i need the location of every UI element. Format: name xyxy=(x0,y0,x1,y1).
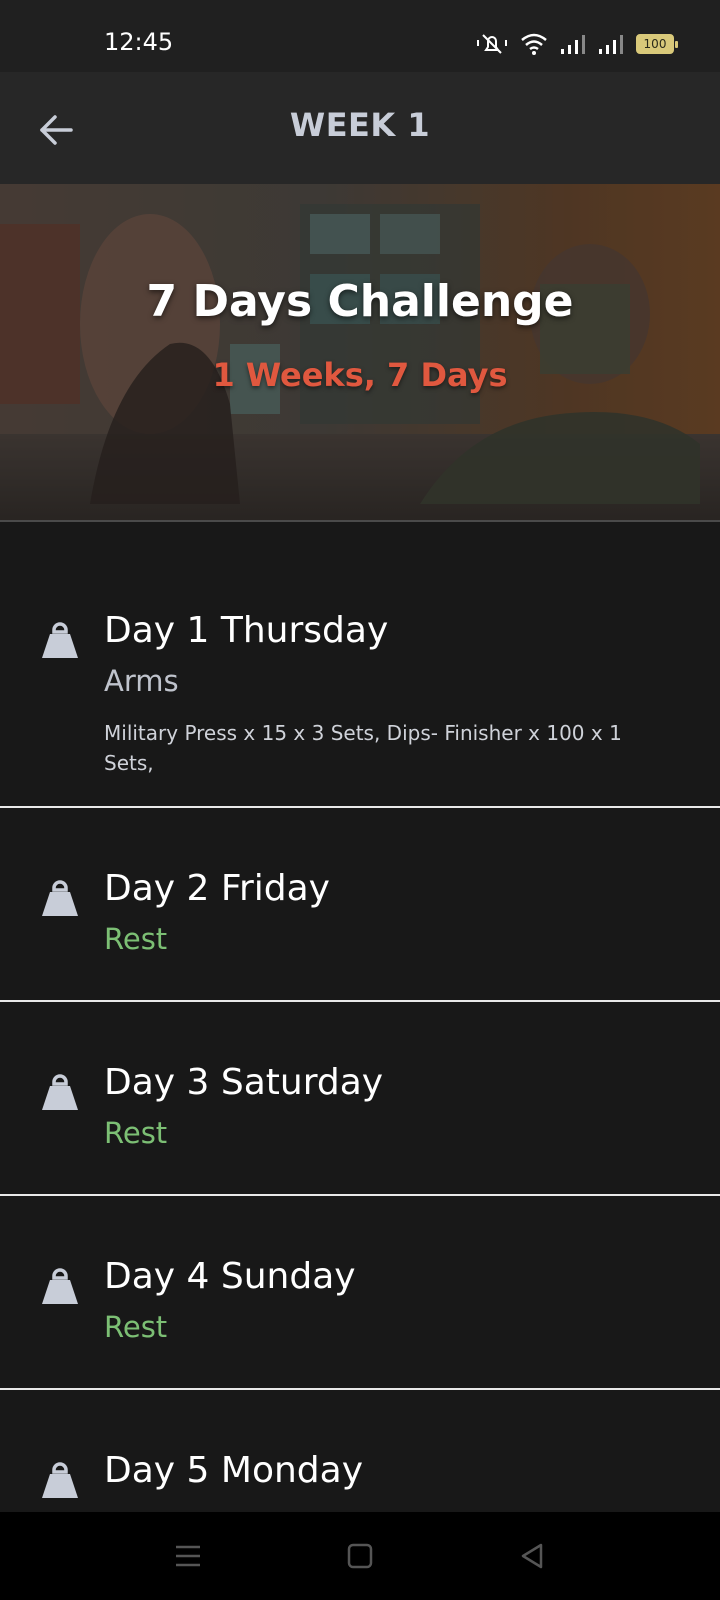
menu-icon xyxy=(176,1545,200,1567)
kettlebell-icon xyxy=(42,1462,78,1498)
wifi-icon xyxy=(521,33,547,55)
list-item-day-2[interactable]: Day 2 Friday Rest xyxy=(0,808,720,1002)
list-item-day-1[interactable]: Day 1 Thursday Arms Military Press x 15 … xyxy=(0,522,720,808)
status-time: 12:45 xyxy=(104,28,174,56)
kettlebell-icon xyxy=(42,1268,78,1304)
rest-label: Rest xyxy=(104,922,168,956)
mute-bell-icon xyxy=(477,34,507,54)
day-list: Day 1 Thursday Arms Military Press x 15 … xyxy=(0,522,720,1590)
rest-label: Rest xyxy=(104,1310,168,1344)
rest-label: Rest xyxy=(104,1116,168,1150)
home-square-icon xyxy=(347,1543,373,1569)
day-detail: Military Press x 15 x 3 Sets, Dips- Fini… xyxy=(104,721,622,775)
hero-yoga-image xyxy=(0,184,720,520)
signal-icon xyxy=(599,35,623,54)
home-button[interactable] xyxy=(338,1534,382,1578)
list-item-day-3[interactable]: Day 3 Saturday Rest xyxy=(0,1002,720,1196)
recent-apps-button[interactable] xyxy=(166,1534,210,1578)
app-bar: WEEK 1 xyxy=(0,72,720,184)
signal-icon xyxy=(561,35,585,54)
status-icons: 100 xyxy=(476,30,678,58)
day-title: Day 2 Friday xyxy=(104,868,330,909)
page-title: WEEK 1 xyxy=(289,106,431,144)
day-title: Day 4 Sunday xyxy=(104,1256,356,1297)
day-title: Day 1 Thursday xyxy=(104,610,389,651)
back-triangle-icon xyxy=(521,1543,543,1569)
system-nav-bar xyxy=(0,1512,720,1600)
kettlebell-icon xyxy=(42,622,78,658)
day-title: Day 5 Monday xyxy=(104,1450,363,1491)
hero-banner: 7 Days Challenge 1 Weeks, 7 Days xyxy=(0,184,720,522)
battery-icon: 100 xyxy=(636,34,678,54)
day-title: Day 3 Saturday xyxy=(104,1062,384,1103)
hero-subtitle: 1 Weeks, 7 Days xyxy=(212,356,508,394)
day-focus: Arms xyxy=(104,664,179,698)
kettlebell-icon xyxy=(42,1074,78,1110)
list-item-day-4[interactable]: Day 4 Sunday Rest xyxy=(0,1196,720,1390)
hero-title: 7 Days Challenge xyxy=(146,276,574,327)
battery-level: 100 xyxy=(643,37,667,51)
status-bar: 12:45 100 xyxy=(0,0,720,72)
back-nav-button[interactable] xyxy=(510,1534,554,1578)
kettlebell-icon xyxy=(42,880,78,916)
